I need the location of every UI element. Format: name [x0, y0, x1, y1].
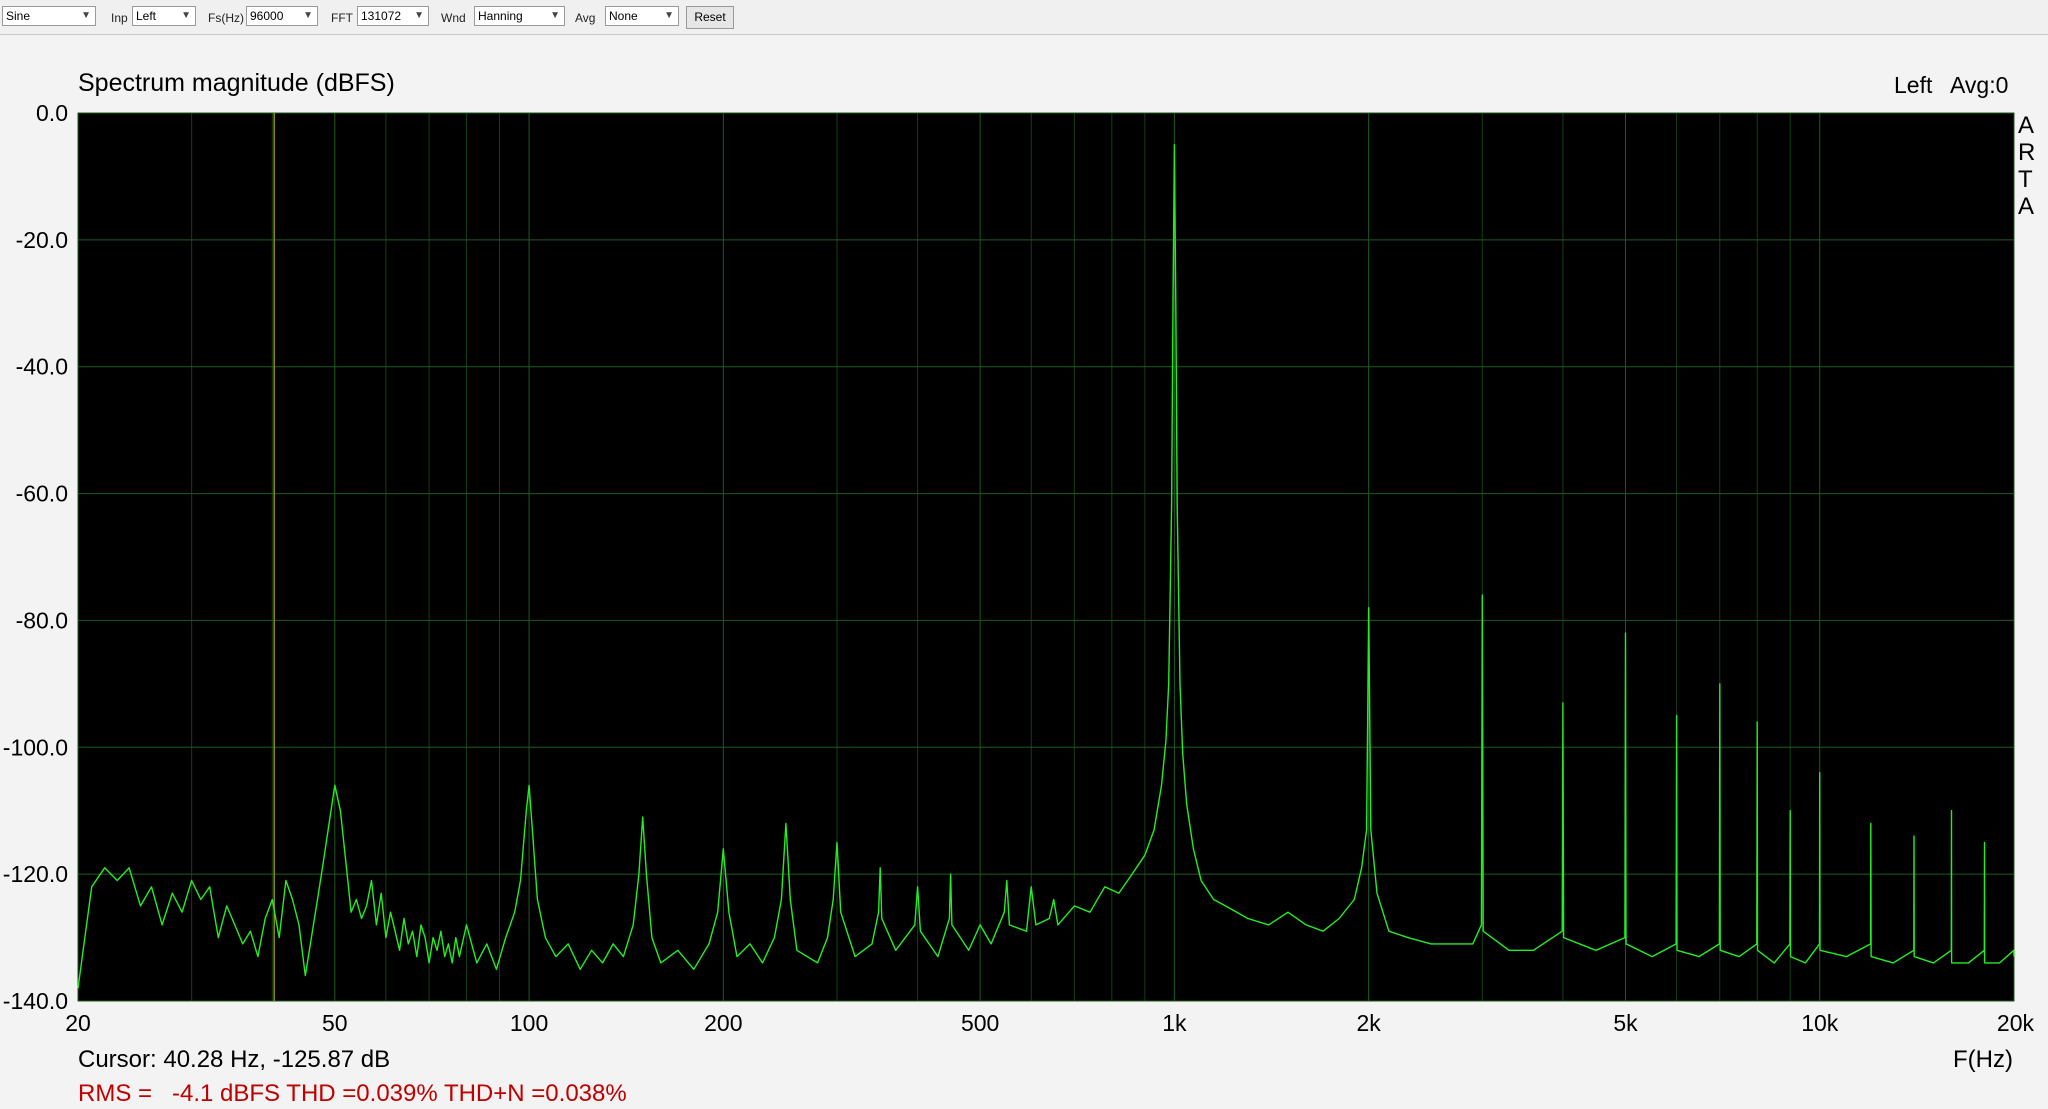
- window-label: Wnd: [441, 11, 466, 25]
- y-tick-label: -120.0: [3, 861, 68, 887]
- chart-area: Spectrum magnitude (dBFS) Left Avg:0 ART…: [0, 35, 2048, 1109]
- brand-letter: A: [2018, 112, 2034, 139]
- y-tick-label: 0.0: [36, 100, 68, 126]
- avg-value: None: [609, 9, 638, 23]
- avg-label: Avg: [575, 11, 596, 25]
- chart-title: Spectrum magnitude (dBFS): [78, 69, 395, 97]
- x-tick-label: 2k: [1357, 1010, 1382, 1036]
- generator-value: Sine: [6, 9, 31, 23]
- y-axis-labels: 0.0 -20.0 -40.0 -60.0 -80.0 -100.0 -120.0 -140.…: [3, 100, 68, 1014]
- x-tick-label: 10k: [1801, 1010, 1839, 1036]
- y-tick-label: -140.0: [3, 988, 68, 1014]
- x-axis-title: F(Hz): [1953, 1046, 2013, 1073]
- spectrum-chart[interactable]: Spectrum magnitude (dBFS) Left Avg:0 ART…: [0, 35, 2048, 1109]
- brand-letter: R: [2018, 139, 2035, 166]
- x-tick-label: 200: [704, 1010, 742, 1036]
- measurement-readout: RMS = -4.1 dBFS THD =0.039% THD+N =0.038…: [78, 1080, 627, 1107]
- reset-button[interactable]: Reset: [686, 6, 734, 29]
- y-tick-label: -40.0: [16, 354, 68, 380]
- y-tick-label: -80.0: [16, 607, 68, 633]
- y-tick-label: -20.0: [16, 227, 68, 253]
- plot-background: [77, 112, 2015, 1002]
- input-select[interactable]: Left ▼: [132, 6, 196, 26]
- chevron-down-icon: ▼: [181, 10, 191, 21]
- channel-label: Left: [1894, 72, 1933, 98]
- fs-value: 96000: [250, 9, 284, 23]
- x-tick-label: 50: [322, 1010, 348, 1036]
- x-tick-label: 20k: [1997, 1010, 2035, 1036]
- window-select[interactable]: Hanning ▼: [474, 6, 565, 26]
- brand-letters: ARTA: [2018, 112, 2035, 220]
- toolbar: Sine ▼ Inp Left ▼ Fs(Hz) 96000 ▼ FFT 131…: [0, 0, 2048, 35]
- fs-label: Fs(Hz): [208, 11, 244, 25]
- chevron-down-icon: ▼: [414, 10, 424, 21]
- fft-select[interactable]: 131072 ▼: [357, 6, 429, 26]
- brand-letter: T: [2018, 166, 2033, 193]
- y-tick-label: -100.0: [3, 734, 68, 760]
- x-tick-label: 20: [65, 1010, 91, 1036]
- cursor-readout: Cursor: 40.28 Hz, -125.87 dB: [78, 1046, 390, 1073]
- fs-select[interactable]: 96000 ▼: [246, 6, 318, 26]
- chevron-down-icon: ▼: [303, 10, 313, 21]
- y-tick-label: -60.0: [16, 481, 68, 507]
- chevron-down-icon: ▼: [664, 10, 674, 21]
- avg-count-label: Avg:0: [1950, 72, 2008, 98]
- x-tick-label: 5k: [1613, 1010, 1638, 1036]
- fft-value: 131072: [361, 9, 402, 23]
- x-tick-label: 1k: [1162, 1010, 1187, 1036]
- x-axis-labels: 20 50 100 200 500 1k 2k 5k 10k 20k: [65, 1010, 2034, 1036]
- input-value: Left: [136, 9, 157, 23]
- x-tick-label: 100: [510, 1010, 548, 1036]
- chevron-down-icon: ▼: [81, 10, 91, 21]
- fft-label: FFT: [331, 11, 353, 25]
- x-tick-label: 500: [961, 1010, 999, 1036]
- chevron-down-icon: ▼: [550, 10, 560, 21]
- window-value: Hanning: [478, 9, 523, 23]
- avg-select[interactable]: None ▼: [605, 6, 679, 26]
- generator-select[interactable]: Sine ▼: [2, 6, 96, 26]
- input-label: Inp: [111, 11, 128, 25]
- brand-letter: A: [2018, 193, 2034, 220]
